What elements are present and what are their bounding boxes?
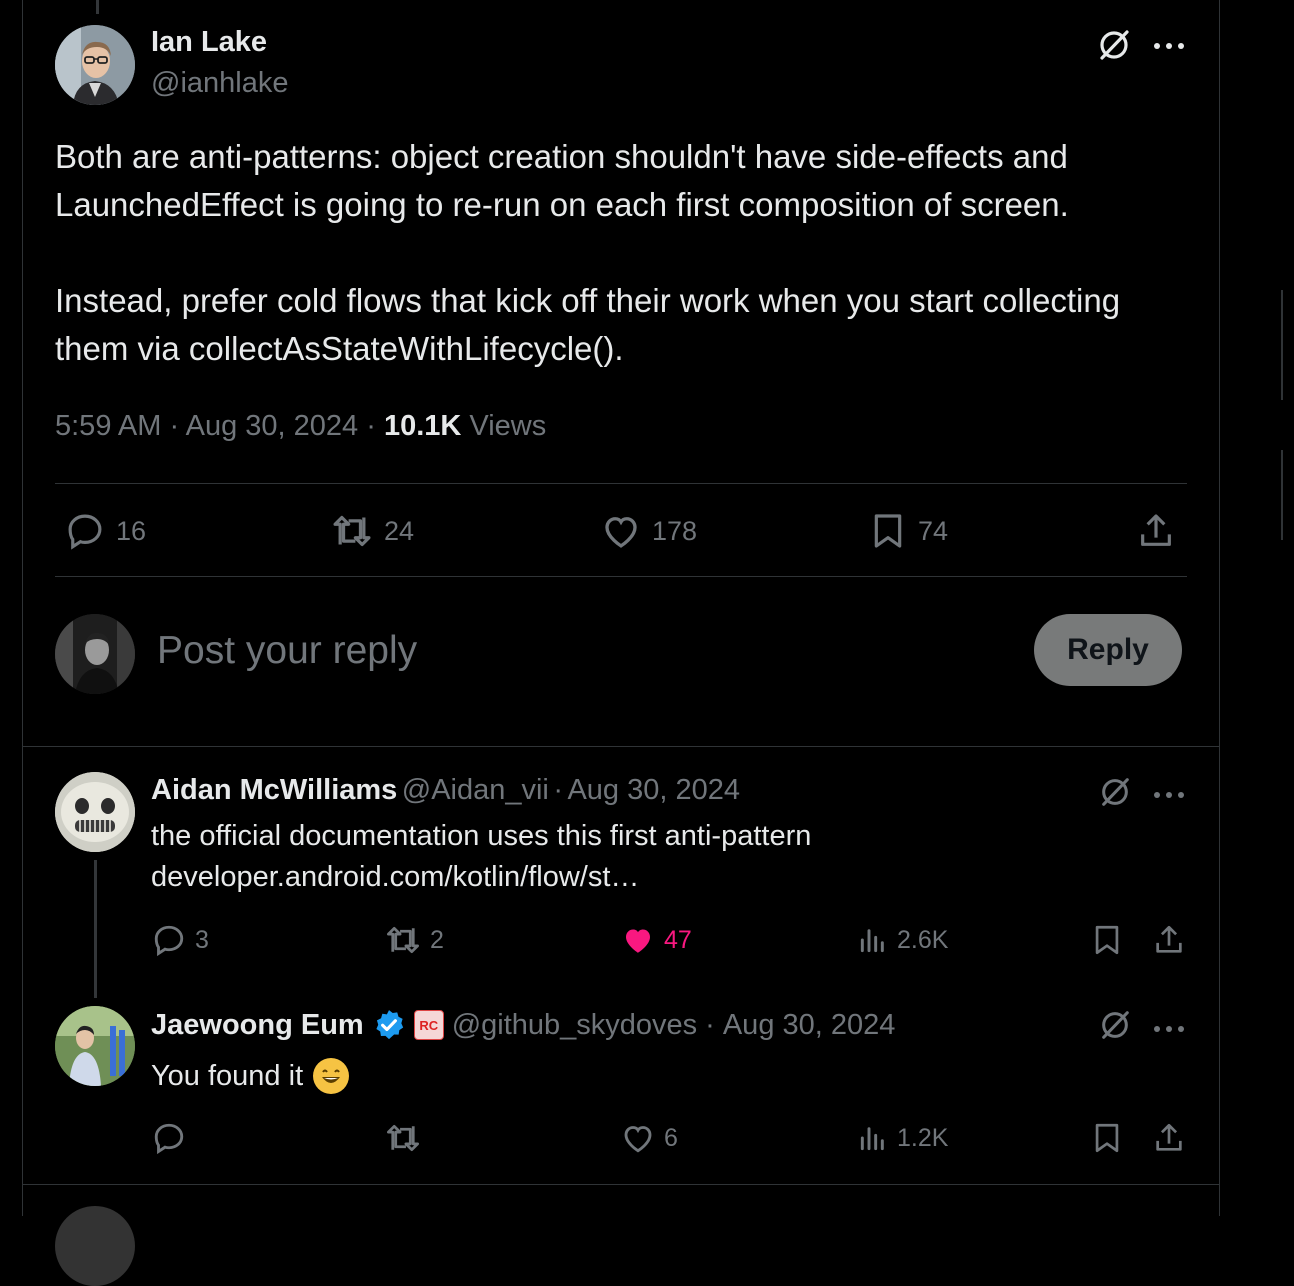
tweet-paragraph-2: Instead, prefer cold flows that kick off… [55, 282, 1121, 367]
tweet-paragraph-1: Both are anti-patterns: object creation … [55, 138, 1069, 223]
meta-separator: · [366, 410, 376, 442]
reply-count: 3 [195, 925, 209, 954]
analytics-icon [860, 929, 884, 953]
reply-action[interactable] [151, 1120, 195, 1156]
views-action[interactable]: 1.2K [857, 1120, 948, 1156]
grok-icon[interactable] [1098, 1008, 1132, 1047]
like-action[interactable]: 47 [620, 922, 692, 958]
more-options-icon[interactable] [1152, 1021, 1186, 1039]
repost-action[interactable]: 2 [384, 922, 444, 958]
reply-text: the official documentation uses this fir… [151, 820, 812, 852]
more-options-icon[interactable] [1152, 787, 1186, 805]
repost-count: 24 [384, 515, 415, 546]
reply-action[interactable]: 16 [64, 510, 146, 552]
meta-separator: · [553, 774, 563, 806]
divider [22, 1184, 1219, 1185]
reply-header: Aidan McWilliams @Aidan_vii · Aug 30, 20… [151, 774, 740, 807]
grinning-emoji-icon [313, 1058, 350, 1094]
reply-icon [68, 514, 102, 550]
like-action[interactable]: 178 [600, 510, 697, 552]
reply-icon [154, 1123, 184, 1155]
bookmark-icon [1095, 925, 1119, 955]
reply-button[interactable]: Reply [1034, 614, 1182, 686]
verified-badge-icon [376, 1010, 403, 1040]
tweet-date[interactable]: Aug 30, 2024 [186, 410, 359, 442]
repost-count: 2 [430, 925, 444, 954]
thread-line-top [96, 0, 99, 14]
repost-icon [386, 1124, 420, 1152]
share-action[interactable] [1136, 510, 1176, 552]
repost-icon [333, 515, 371, 547]
repost-icon [386, 926, 420, 954]
share-icon [1156, 1123, 1182, 1151]
heart-icon [605, 517, 637, 548]
tweet-time[interactable]: 5:59 AM [55, 410, 161, 442]
views-action[interactable]: 2.6K [857, 922, 948, 958]
reply-author-name[interactable]: Jaewoong Eum [151, 1009, 364, 1042]
share-action[interactable] [1152, 922, 1186, 958]
next-reply-avatar[interactable] [55, 1206, 135, 1286]
share-icon [1141, 514, 1171, 546]
reply-author-name[interactable]: Aidan McWilliams [151, 774, 397, 806]
divider [55, 576, 1187, 577]
divider [55, 483, 1187, 484]
repost-action[interactable] [384, 1120, 430, 1156]
reply-text-row: You found it [151, 1055, 350, 1097]
meta-separator: · [705, 1008, 715, 1041]
reply-link[interactable]: developer.android.com/kotlin/flow/st… [151, 856, 639, 898]
reply-author-handle[interactable]: @github_skydoves [452, 1009, 697, 1042]
like-action[interactable]: 6 [620, 1120, 678, 1156]
reply-action[interactable]: 3 [151, 922, 209, 958]
share-action[interactable] [1152, 1120, 1186, 1156]
grok-icon[interactable] [1096, 27, 1132, 68]
grok-icon[interactable] [1098, 775, 1132, 814]
analytics-icon [860, 1127, 884, 1151]
like-count: 47 [664, 925, 692, 954]
views-label: Views [469, 410, 547, 442]
like-count: 6 [664, 1123, 678, 1152]
thread-connector [94, 860, 97, 998]
more-options-icon[interactable] [1152, 38, 1186, 56]
reply-header: Jaewoong Eum RC @github_skydoves · Aug 3… [151, 1008, 895, 1042]
divider [22, 746, 1219, 747]
bookmark-icon [1095, 1123, 1119, 1153]
like-count: 178 [652, 515, 698, 546]
views-count: 1.2K [897, 1123, 949, 1152]
reply-avatar[interactable] [55, 772, 135, 852]
tweet-meta: 5:59 AM · Aug 30, 2024 · 10.1K Views [55, 410, 546, 443]
bookmark-action[interactable] [1090, 1120, 1124, 1156]
bookmark-count: 74 [918, 515, 949, 546]
reply-text: You found it [151, 1060, 304, 1092]
bookmark-action[interactable]: 74 [868, 510, 948, 552]
reply-input[interactable] [155, 626, 979, 676]
sidebar-edge-1 [1281, 290, 1283, 400]
views-count: 2.6K [897, 925, 949, 954]
reply-date[interactable]: Aug 30, 2024 [723, 1009, 896, 1042]
heart-filled-icon [626, 929, 650, 953]
tweet-text: Both are anti-patterns: object creation … [55, 133, 1195, 373]
reply-author-handle[interactable]: @Aidan_vii [402, 774, 549, 806]
affiliate-badge[interactable]: RC [413, 1010, 444, 1040]
views-count: 10.1K [383, 410, 462, 442]
repost-action[interactable]: 24 [330, 510, 414, 552]
meta-separator: · [169, 410, 180, 442]
heart-icon [624, 1126, 652, 1153]
author-avatar[interactable] [55, 25, 135, 105]
author-handle[interactable]: @ianhlake [151, 67, 288, 100]
bookmark-icon [874, 514, 902, 548]
reply-avatar[interactable] [55, 1006, 135, 1086]
reply-date[interactable]: Aug 30, 2024 [567, 774, 740, 806]
reply-icon [154, 925, 184, 957]
sidebar-edge-2 [1281, 450, 1283, 540]
reply-count: 16 [116, 515, 147, 546]
share-icon [1156, 925, 1182, 953]
current-user-avatar[interactable] [55, 614, 135, 694]
bookmark-action[interactable] [1090, 922, 1124, 958]
author-name[interactable]: Ian Lake [151, 26, 267, 59]
